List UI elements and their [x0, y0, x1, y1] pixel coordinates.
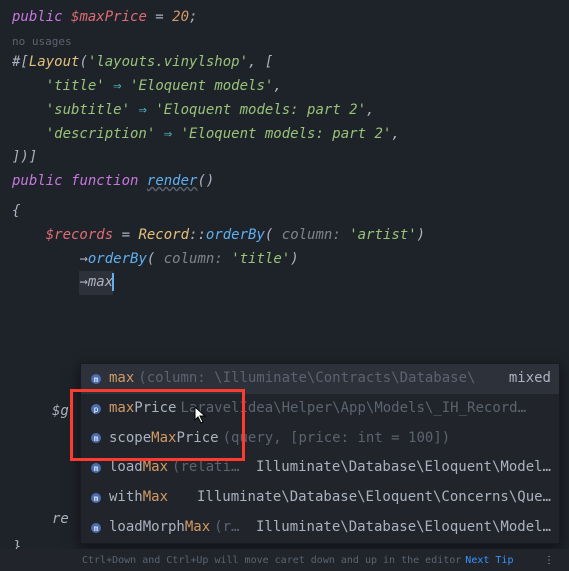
completion-origin: LaravelIdea\Helper\App\Models\_IH_Record… [180, 397, 551, 421]
autocomplete-popup[interactable]: m max (column: \Illuminate\Contracts\Dat… [80, 363, 560, 544]
status-bar: Ctrl+Down and Ctrl+Up will move caret do… [0, 549, 569, 571]
completion-origin: Illuminate\Database\Eloquent\Model… [246, 456, 551, 480]
svg-text:m: m [94, 494, 99, 503]
completion-item-max[interactable]: m max (column: \Illuminate\Contracts\Dat… [81, 364, 559, 394]
completion-item-scopemaxprice[interactable]: m scopeMaxPrice (query, [price: int = 10… [81, 424, 559, 454]
completion-item-maxprice[interactable]: p maxPrice LaravelIdea\Helper\App\Models… [81, 394, 559, 424]
function-name-render: render [147, 173, 198, 189]
completion-match: max [109, 400, 134, 416]
editor-caret [112, 273, 114, 291]
svg-text:p: p [94, 405, 99, 414]
tip-text: Ctrl+Down and Ctrl+Up will move caret do… [82, 552, 461, 569]
method-icon: m [89, 461, 103, 475]
attribute-open: #[ [12, 54, 29, 70]
svg-text:m: m [94, 464, 99, 473]
keyword-function: function [71, 173, 138, 189]
completion-signature: (relati… [172, 456, 246, 480]
completion-return-type: mixed [499, 367, 551, 391]
typed-prefix[interactable]: max [88, 274, 113, 290]
svg-text:m: m [94, 524, 99, 533]
completion-item-withmax[interactable]: m withMax Illuminate\Database\Eloquent\C… [81, 483, 559, 513]
completion-origin: Illuminate\Database\Eloquent\Concerns\Qu… [187, 486, 551, 510]
property-icon: p [89, 402, 103, 416]
string-literal: 'Eloquent models: part 2' [181, 126, 392, 142]
completion-match: Max [143, 489, 168, 505]
arrow-icon: → [79, 274, 87, 290]
method-icon: m [89, 431, 103, 445]
param-hint-column: column: [273, 227, 349, 243]
arrow-icon: → [79, 251, 87, 267]
completion-match: Max [143, 459, 168, 475]
svg-text:m: m [94, 375, 99, 384]
array-key-description: 'description' [46, 126, 156, 142]
partial-code: $g [52, 400, 69, 424]
completion-signature: (column: \Illuminate\Contracts\Database\ [138, 367, 499, 391]
completion-match: Max [185, 519, 210, 535]
method-orderby: orderBy [206, 227, 265, 243]
string-literal: 'Eloquent models' [130, 78, 273, 94]
completion-item-loadmorphmax[interactable]: m loadMorphMax (r… Illuminate\Database\E… [81, 513, 559, 543]
completion-signature: (r… [214, 516, 246, 540]
string-literal: 'layouts.vinylshop' [88, 54, 248, 70]
method-icon: m [89, 491, 103, 505]
partial-code: re [52, 508, 69, 532]
attribute-layout: Layout [29, 54, 80, 70]
number-literal: 20 [172, 9, 189, 25]
string-literal: 'artist' [349, 227, 416, 243]
class-record: Record [138, 227, 189, 243]
keyword-public: public [12, 9, 63, 25]
array-key-title: 'title' [46, 78, 105, 94]
completion-signature: (query, [price: int = 100]) [223, 427, 551, 451]
param-hint-column: column: [155, 251, 231, 267]
var-maxprice: $maxPrice [71, 9, 147, 25]
var-records: $records [46, 227, 113, 243]
array-key-subtitle: 'subtitle' [46, 102, 130, 118]
string-literal: 'title' [231, 251, 290, 267]
method-orderby: orderBy [88, 251, 147, 267]
string-literal: 'Eloquent models: part 2' [155, 102, 366, 118]
brace-open: { [12, 203, 20, 219]
keyword-public: public [12, 173, 63, 189]
method-icon: m [89, 521, 103, 535]
status-menu-icon[interactable]: ⋮ [544, 552, 555, 569]
completion-match: max [109, 370, 134, 386]
attribute-close: ])] [12, 149, 37, 165]
usages-hint: no usages [12, 34, 557, 49]
completion-origin: Illuminate\Database\Eloquent\Model… [246, 516, 551, 540]
method-icon: m [89, 372, 103, 386]
completion-match: Max [151, 430, 176, 446]
completion-item-loadmax[interactable]: m loadMax (relati… Illuminate\Database\E… [81, 453, 559, 483]
svg-text:m: m [94, 434, 99, 443]
next-tip-link[interactable]: Next Tip [465, 552, 513, 569]
